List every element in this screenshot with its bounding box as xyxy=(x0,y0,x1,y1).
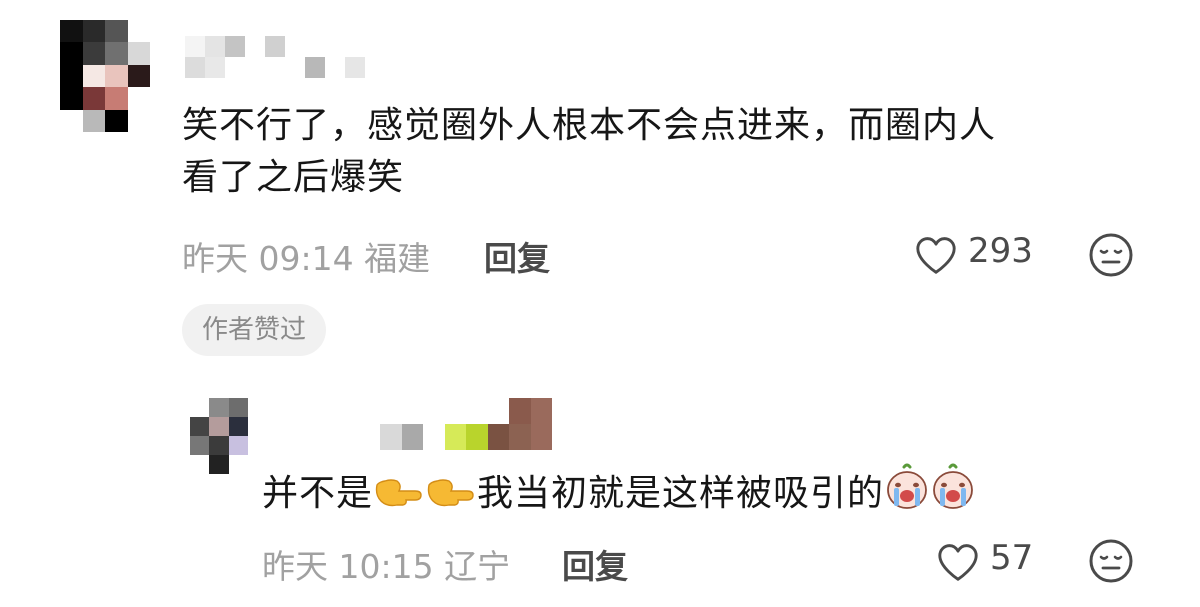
reply-location: 辽宁 xyxy=(444,547,511,586)
reply-like-count: 57 xyxy=(990,538,1034,578)
author-liked-badge: 作者赞过 xyxy=(182,304,327,356)
reply-username[interactable] xyxy=(380,398,552,450)
neutral-face-icon[interactable] xyxy=(1088,538,1134,584)
reply-meta: 昨天 10:15 辽宁 xyxy=(262,540,510,588)
comment-time: 昨天 09:14 xyxy=(182,239,354,278)
username[interactable] xyxy=(185,36,365,78)
neutral-face-icon[interactable] xyxy=(1088,232,1134,278)
like-count: 293 xyxy=(968,231,1033,271)
reply-text-part-1: 并不是 xyxy=(262,473,374,514)
crying-peach-icon xyxy=(887,463,927,509)
reply-reply-button[interactable]: 回复 xyxy=(562,540,628,588)
comment-location: 福建 xyxy=(364,239,431,278)
heart-outline-icon xyxy=(938,544,978,581)
avatar[interactable] xyxy=(60,20,150,132)
reply-time: 昨天 10:15 xyxy=(262,547,434,586)
reply-button[interactable]: 回复 xyxy=(484,232,550,280)
comment-meta: 昨天 09:14 福建 xyxy=(182,232,430,280)
heart-outline-icon xyxy=(916,237,956,274)
crying-peach-icon xyxy=(933,463,973,509)
reply-avatar[interactable] xyxy=(190,398,248,474)
comment-text-line-2: 看了之后爆笑 xyxy=(182,157,405,198)
pointing-hand-icon xyxy=(375,479,422,507)
pointing-hand-icon xyxy=(427,479,474,507)
comment-text: 笑不行了，感觉圈外人根本不会点进来，而圈内人 看了之后爆笑 xyxy=(182,100,1172,204)
reply-text-part-2: 我当初就是这样被吸引的 xyxy=(477,473,885,514)
reply-text: 并不是 我当初就是这样被吸引的 xyxy=(262,463,976,520)
comment-text-line-1: 笑不行了，感觉圈外人根本不会点进来，而圈内人 xyxy=(182,105,997,146)
